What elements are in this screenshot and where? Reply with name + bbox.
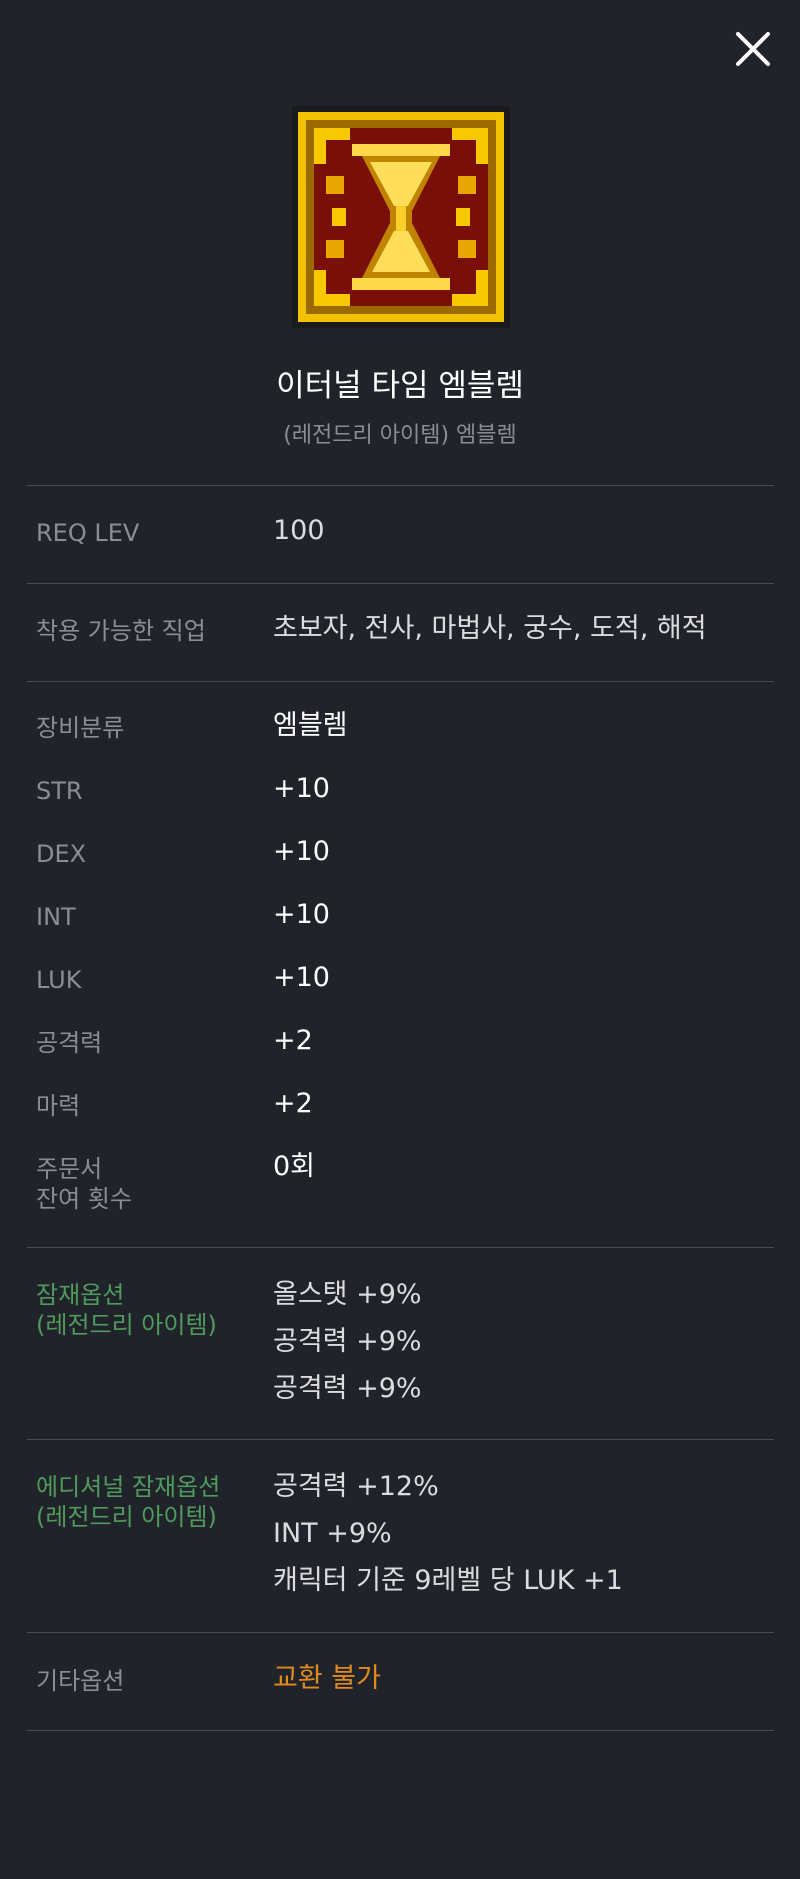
potential-line: 공격력 +9% [273, 1326, 422, 1357]
close-icon [736, 32, 770, 66]
potential-line: 올스탯 +9% [273, 1279, 422, 1310]
divider [27, 485, 774, 486]
stat-label-magic: 마력 [36, 1092, 81, 1120]
jobs-label: 착용 가능한 직업 [36, 617, 206, 645]
additional-potential-lines: 공격력 +12% INT +9% 캐릭터 기준 9레벨 당 LUK +1 [273, 1472, 623, 1613]
stat-label-category: 장비분류 [36, 714, 125, 742]
divider [27, 1247, 774, 1248]
stat-value-magic: +2 [273, 1088, 313, 1119]
stat-label-luk: LUK [36, 966, 82, 994]
potential-lines: 올스탯 +9% 공격력 +9% 공격력 +9% [273, 1280, 422, 1421]
potential-line: 공격력 +9% [273, 1373, 422, 1404]
stat-label-upgrades: 주문서 잔여 횟수 [36, 1155, 132, 1213]
jobs-value: 초보자, 전사, 마법사, 궁수, 도적, 해적 [273, 613, 707, 644]
stat-value-str: +10 [273, 773, 330, 804]
stat-label-attack: 공격력 [36, 1029, 103, 1057]
item-detail-page: 이터널 타임 엠블렘 (레전드리 아이템) 엠블렘 REQ LEV 100 착용… [0, 0, 800, 1879]
close-button[interactable] [730, 26, 776, 72]
item-name: 이터널 타임 엠블렘 [276, 368, 524, 404]
additional-line: 공격력 +12% [273, 1471, 439, 1502]
etc-label: 기타옵션 [36, 1667, 125, 1695]
etc-value: 교환 불가 [273, 1663, 381, 1694]
additional-line: INT +9% [273, 1518, 392, 1549]
hourglass-emblem-icon [292, 106, 510, 328]
stat-label-dex: DEX [36, 840, 87, 868]
divider [27, 1730, 774, 1731]
stat-value-luk: +10 [273, 962, 330, 993]
stat-value-int: +10 [273, 899, 330, 930]
divider [27, 1632, 774, 1633]
req-level-label: REQ LEV [36, 519, 140, 547]
stat-value-attack: +2 [273, 1025, 313, 1056]
potential-label: 잠재옵션 (레전드리 아이템) [36, 1281, 217, 1339]
divider [27, 583, 774, 584]
stat-value-upgrades: 0회 [273, 1151, 316, 1182]
additional-line: 캐릭터 기준 9레벨 당 LUK +1 [273, 1565, 623, 1596]
req-level-value: 100 [273, 515, 325, 546]
divider [27, 1439, 774, 1440]
stat-label-str: STR [36, 777, 83, 805]
stat-value-category: 엠블렘 [273, 710, 348, 741]
stat-label-int: INT [36, 903, 76, 931]
additional-potential-label: 에디셔널 잠재옵션 (레전드리 아이템) [36, 1473, 221, 1531]
divider [27, 681, 774, 682]
item-subtitle: (레전드리 아이템) 엠블렘 [283, 423, 517, 448]
stat-value-dex: +10 [273, 836, 330, 867]
